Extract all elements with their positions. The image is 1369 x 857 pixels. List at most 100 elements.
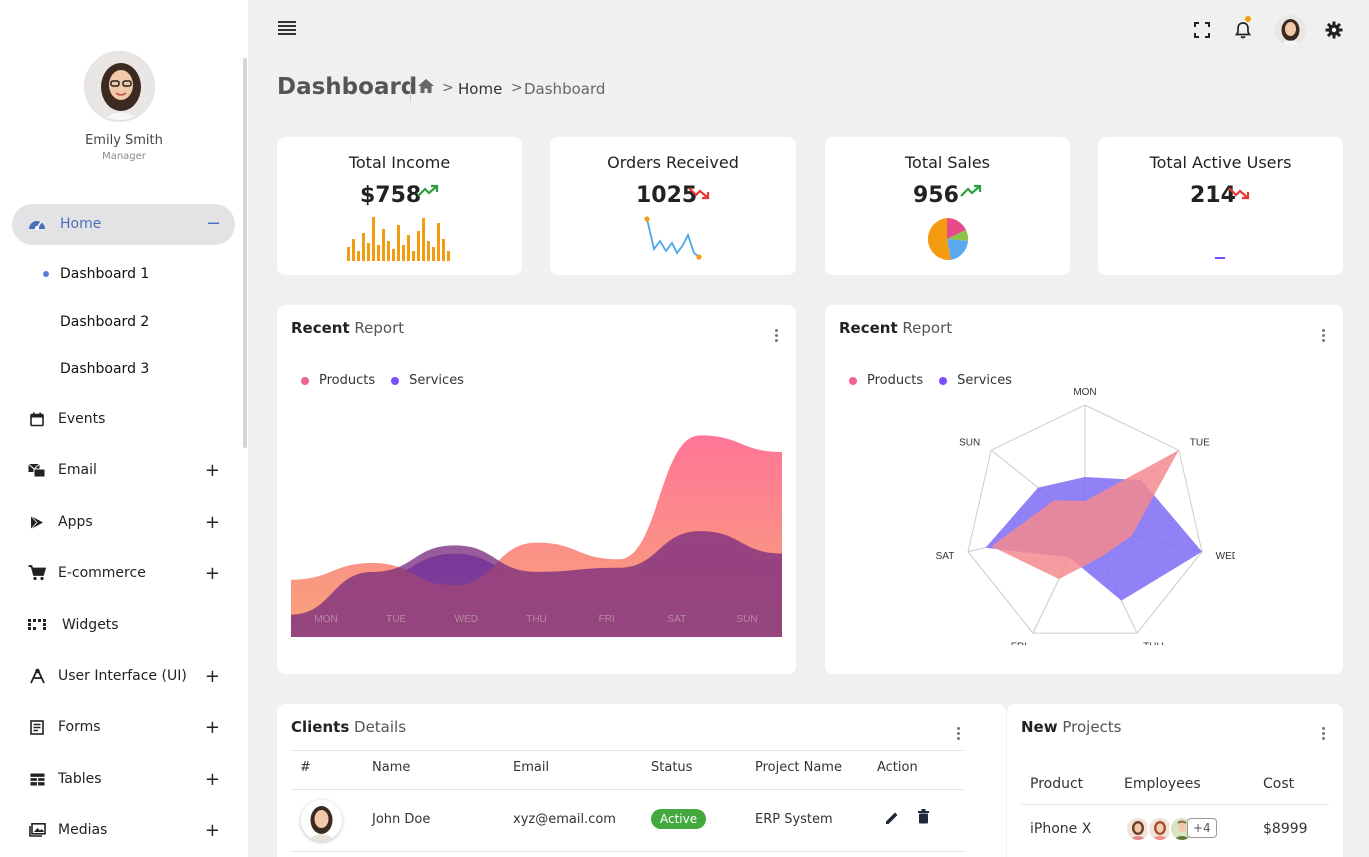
sidebar-subitem-dashboard-1[interactable]: Dashboard 1 [60,266,149,282]
sidebar-item-label: User Interface (UI) [58,668,187,684]
fullscreen-icon[interactable] [1190,18,1214,42]
expand-icon[interactable]: + [205,460,220,481]
sidebar-item-label: Events [58,411,106,427]
sidebar-subitem-dashboard-3[interactable]: Dashboard 3 [60,361,149,377]
sidebar-item-apps[interactable]: Apps + [28,510,228,534]
notification-dot [1245,16,1251,22]
medias-icon [28,821,46,839]
users-mini-chart [1215,257,1225,259]
user-avatar[interactable] [1275,15,1306,46]
recent-report-radar-card: Recent Report Products Services MON TUE WE… [825,305,1343,674]
column-header: Cost [1263,776,1295,792]
divider [1021,804,1329,805]
sidebar-item-label: Apps [58,514,93,530]
radar-axis-label: SUN [959,437,980,448]
stat-card-total-active-users: Total Active Users 214 [1098,137,1343,275]
radar-axis-label: WED [1216,551,1235,562]
client-project: ERP System [755,812,833,827]
edit-icon[interactable] [884,810,900,830]
stat-card-orders-received: Orders Received 1025 [550,137,796,275]
breadcrumb-home[interactable]: Home [458,80,502,98]
collapse-toggle[interactable]: − [206,213,221,234]
breadcrumb-current: Dashboard [524,80,606,98]
sidebar-item-medias[interactable]: Medias + [28,818,228,842]
sidebar-subitem-dashboard-2[interactable]: Dashboard 2 [60,314,149,330]
legend-label-products: Products [319,373,376,388]
radar-axis-label: SAT [936,551,955,562]
more-options-icon[interactable] [1322,727,1326,741]
x-tick-label: MON [314,614,337,625]
sidebar: Emily Smith Manager Home − Dashboard 1 D… [0,0,248,857]
profile-name: Emily Smith [85,133,163,148]
divider [291,750,964,751]
x-tick-label: SUN [736,614,757,625]
more-options-icon[interactable] [775,329,779,343]
clients-details-card: Clients Details # Name Email Status Proj… [277,704,1006,857]
menu-toggle-icon[interactable] [278,21,296,35]
expand-icon[interactable]: + [205,512,220,533]
divider [291,851,964,852]
more-employees-badge[interactable]: +4 [1187,818,1217,838]
sidebar-item-home[interactable]: Home − [12,204,235,245]
x-tick-label: SAT [667,614,686,625]
sidebar-item-forms[interactable]: Forms + [28,715,228,739]
stat-value: 956 [913,183,959,208]
x-tick-label: FRI [599,614,615,625]
legend-label-services: Services [409,373,464,388]
column-header: # [300,760,311,775]
column-header: Action [877,760,918,775]
profile-avatar[interactable] [84,51,155,122]
stat-value: $758 [360,183,422,208]
legend-label-products: Products [867,373,924,388]
stat-title: Orders Received [607,153,739,172]
cart-icon [28,564,46,582]
sidebar-item-widgets[interactable]: Widgets [28,613,228,637]
trend-up-icon [960,183,982,202]
sidebar-scrollbar[interactable] [243,58,247,448]
trend-down-icon [1228,185,1250,204]
radar-axis-label: FRI [1011,642,1027,645]
orders-sparkline [644,216,702,260]
expand-icon[interactable]: + [205,820,220,841]
client-name: John Doe [372,812,431,827]
card-title: New Projects [1021,718,1122,736]
project-product: iPhone X [1030,821,1092,837]
expand-icon[interactable]: + [205,666,220,687]
sidebar-item-label: Medias [58,822,108,838]
expand-icon[interactable]: + [205,717,220,738]
sidebar-item-ui[interactable]: User Interface (UI) + [28,664,228,688]
email-icon [28,461,46,479]
delete-icon[interactable] [917,809,930,828]
area-chart: MON TUE WED THU FRI SAT SUN [291,435,782,637]
sidebar-item-events[interactable]: Events [28,407,228,431]
widgets-icon [28,616,46,634]
column-header: Status [651,760,693,775]
sales-pie [927,217,969,261]
breadcrumb-separator: > [442,80,454,96]
status-badge: Active [651,809,707,829]
sidebar-item-email[interactable]: Email + [28,458,228,482]
sidebar-item-label: Widgets [62,617,119,633]
stat-card-total-sales: Total Sales 956 [825,137,1070,275]
sidebar-item-ecommerce[interactable]: E-commerce + [28,561,228,585]
expand-icon[interactable]: + [205,769,220,790]
bell-icon[interactable] [1231,18,1255,42]
profile-role: Manager [102,151,146,162]
calendar-icon [28,410,46,428]
client-avatar [301,800,342,841]
chart-legend: Products Services [301,373,464,388]
more-options-icon[interactable] [1322,329,1326,343]
expand-icon[interactable]: + [205,563,220,584]
x-tick-label: WED [455,614,478,625]
more-options-icon[interactable] [957,727,961,741]
home-icon[interactable] [417,78,435,98]
sidebar-item-label: Home [60,216,102,232]
sidebar-item-label: Email [58,462,97,478]
trend-up-icon [417,183,439,202]
income-sparkbar [347,217,450,261]
sidebar-item-tables[interactable]: Tables + [28,767,228,791]
card-title: Recent Report [839,319,953,337]
legend-dot-services [391,376,400,385]
page-title: Dashboard [277,74,418,100]
settings-gear-icon[interactable] [1322,18,1346,42]
